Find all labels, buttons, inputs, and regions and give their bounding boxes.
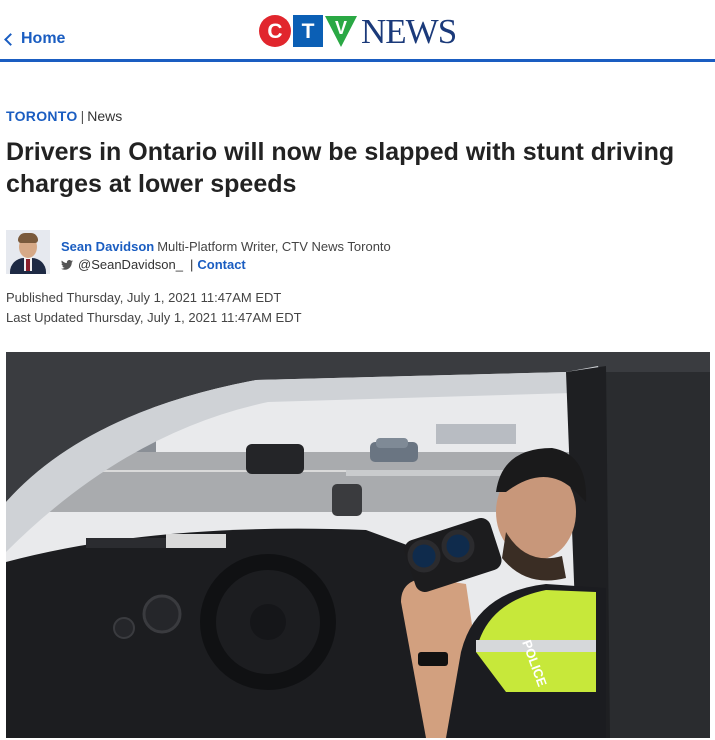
logo-word: NEWS bbox=[361, 11, 457, 51]
ctv-logo-mark: C T V bbox=[259, 15, 357, 47]
author-name-link[interactable]: Sean Davidson bbox=[61, 239, 154, 254]
site-header: Home C T V NEWS bbox=[0, 0, 715, 62]
subsection-label: News bbox=[87, 108, 123, 124]
byline: Sean Davidson Multi-Platform Writer, CTV … bbox=[6, 230, 391, 274]
section-separator: | bbox=[80, 108, 85, 124]
published-date: Published Thursday, July 1, 2021 11:47AM… bbox=[6, 290, 282, 305]
home-label: Home bbox=[21, 30, 66, 47]
article-lead-image[interactable]: POLICE bbox=[6, 352, 710, 738]
author-social-row: @SeanDavidson_ | Contact bbox=[61, 256, 391, 273]
photo-police-officer-radar: POLICE bbox=[6, 352, 710, 738]
contact-link[interactable]: Contact bbox=[197, 256, 245, 273]
logo-letter-t: T bbox=[302, 20, 315, 43]
logo-letter-v: V bbox=[335, 18, 347, 38]
ctv-news-logo[interactable]: C T V NEWS bbox=[258, 11, 457, 51]
author-avatar[interactable] bbox=[6, 230, 50, 274]
author-row: Sean Davidson Multi-Platform Writer, CTV … bbox=[61, 238, 391, 255]
home-link[interactable]: Home bbox=[4, 30, 66, 48]
byline-text: Sean Davidson Multi-Platform Writer, CTV … bbox=[61, 230, 391, 274]
last-updated-date: Last Updated Thursday, July 1, 2021 11:4… bbox=[6, 310, 302, 325]
section-link[interactable]: TORONTO bbox=[6, 108, 78, 124]
section-breadcrumb: TORONTO | News bbox=[6, 108, 122, 124]
logo-letter-c: C bbox=[267, 20, 282, 43]
article-dates: Published Thursday, July 1, 2021 11:47AM… bbox=[6, 288, 302, 328]
twitter-handle-link[interactable]: @SeanDavidson_ bbox=[78, 256, 183, 273]
chevron-left-icon bbox=[4, 33, 17, 46]
social-separator: | bbox=[189, 257, 194, 272]
twitter-bird-icon bbox=[61, 259, 73, 270]
author-title: Multi-Platform Writer, CTV News Toronto bbox=[157, 239, 391, 254]
article-headline: Drivers in Ontario will now be slapped w… bbox=[6, 138, 675, 198]
